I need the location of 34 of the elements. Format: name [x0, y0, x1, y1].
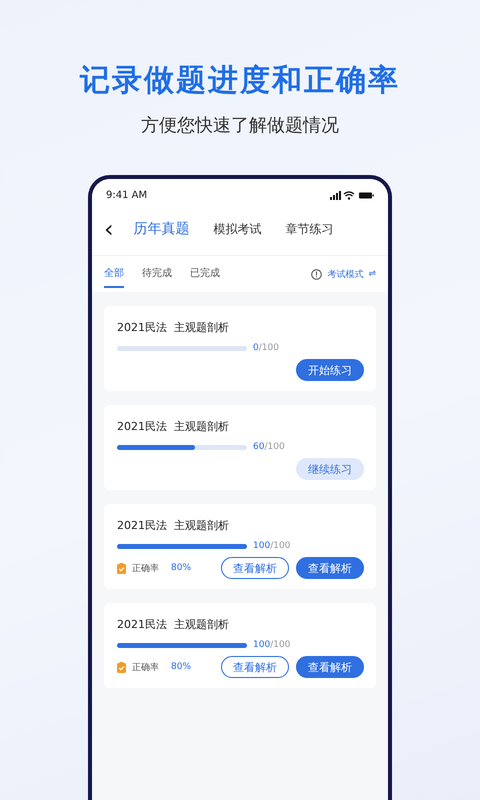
- status-time: 9:41 AM: [106, 190, 148, 200]
- nav-tab[interactable]: 模拟考试: [214, 220, 262, 238]
- subtitle: 方便您快速了解做题情况: [141, 114, 339, 137]
- exercise-title: 2021民法 主观题剖析: [117, 617, 230, 632]
- status-icons: [330, 190, 374, 200]
- exercise-title: 2021民法 主观题剖析: [117, 419, 230, 434]
- progress-count: 100/100: [253, 541, 290, 551]
- action-button[interactable]: 查看解析: [296, 656, 364, 678]
- exam-mode-toggle[interactable]: 考试模式: [327, 268, 364, 280]
- filter-tab[interactable]: 待完成: [142, 260, 172, 288]
- filter-tab[interactable]: 已完成: [190, 260, 220, 288]
- nav-tab[interactable]: 历年真题: [134, 220, 190, 238]
- filter-tab[interactable]: 全部: [104, 260, 124, 288]
- progress-count: 60/100: [253, 442, 285, 452]
- exercise-title: 2021民法 主观题剖析: [117, 518, 230, 533]
- progress-count: 0/100: [253, 343, 279, 353]
- nav-tab[interactable]: 章节练习: [286, 220, 334, 238]
- headline: 记录做题进度和正确率: [80, 62, 400, 100]
- action-button[interactable]: 查看解析: [296, 557, 364, 579]
- accuracy-value: 80%: [171, 563, 192, 573]
- clipboard-check-icon: [117, 562, 126, 574]
- action-button[interactable]: 开始练习: [296, 359, 364, 381]
- progress-count: 100/100: [253, 640, 290, 650]
- action-button[interactable]: 继续练习: [296, 458, 364, 480]
- action-button[interactable]: 查看解析: [221, 656, 289, 678]
- exercise-title: 2021民法 主观题剖析: [117, 320, 230, 335]
- accuracy-value: 80%: [171, 662, 192, 672]
- action-button[interactable]: 查看解析: [221, 557, 289, 579]
- clipboard-check-icon: [117, 662, 126, 672]
- accuracy-label: 正确率: [132, 562, 159, 574]
- switch-icon[interactable]: ⇌: [368, 269, 376, 279]
- info-icon: [311, 268, 322, 280]
- accuracy-label: 正确率: [132, 662, 159, 674]
- back-button[interactable]: ‹: [104, 217, 114, 241]
